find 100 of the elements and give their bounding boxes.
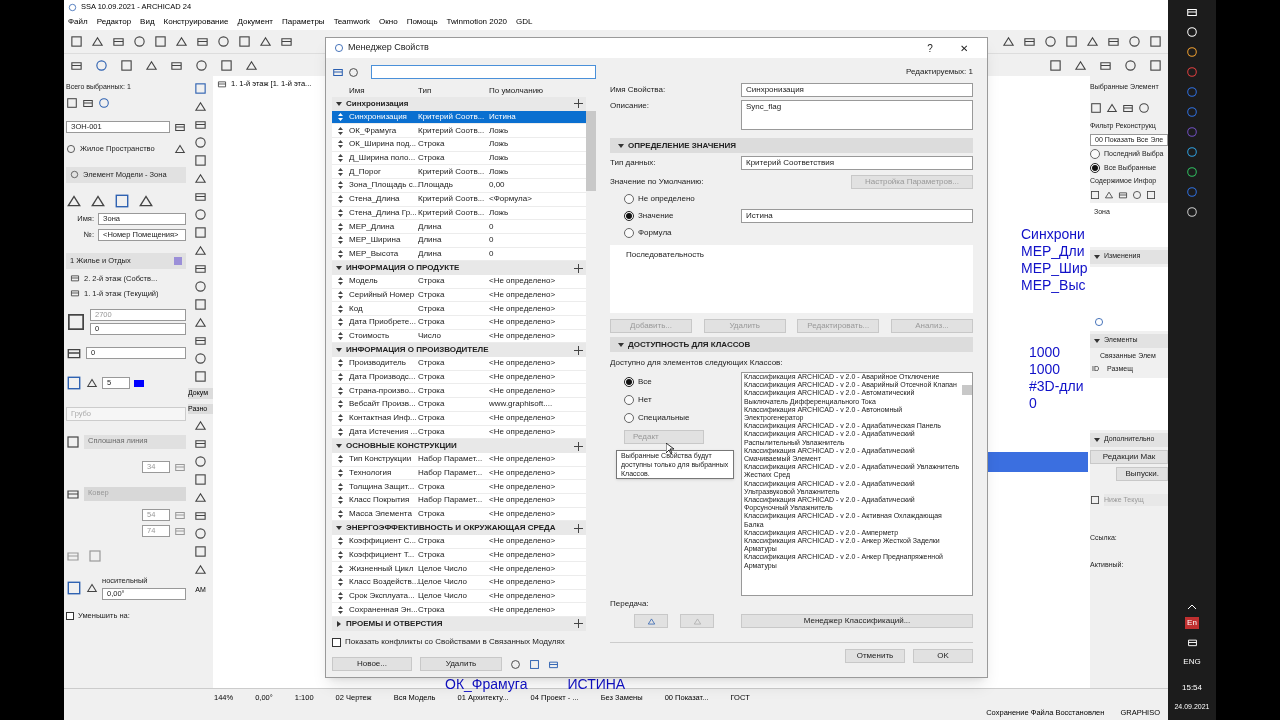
radio-button[interactable]: [624, 228, 634, 238]
property-row[interactable]: Класс Воздейств...Целое Число <Не определено>: [332, 576, 586, 590]
radio-button[interactable]: [624, 377, 634, 387]
menu-item[interactable]: Конструирование: [163, 16, 229, 28]
add-icon[interactable]: [574, 619, 583, 629]
add-icon[interactable]: [574, 441, 583, 451]
drag-handle-icon[interactable]: [338, 195, 343, 204]
radio-button[interactable]: [624, 395, 634, 405]
tool-icon[interactable]: [194, 352, 207, 365]
tool-icon[interactable]: [194, 190, 207, 203]
drag-handle-icon[interactable]: [338, 496, 343, 505]
tool-icon[interactable]: [194, 527, 207, 540]
group-header[interactable]: ЭНЕРГОЭФФЕКТИВНОСТЬ И ОКРУЖАЮЩАЯ СРЕДА: [332, 521, 586, 535]
drag-handle-icon[interactable]: [338, 605, 343, 614]
geometry-icon[interactable]: [114, 192, 130, 209]
toolbar-icon[interactable]: [259, 35, 272, 48]
menu-item[interactable]: Помощь: [406, 16, 438, 28]
menu-item[interactable]: Документ: [237, 16, 273, 28]
drag-handle-icon[interactable]: [338, 455, 343, 464]
toolbar-icon[interactable]: [1106, 101, 1118, 114]
group-header[interactable]: ИНФОРМАЦИЯ О ПРОДУКТЕ: [332, 261, 586, 275]
chevron-up-icon[interactable]: [1188, 603, 1196, 609]
scrollbar-thumb[interactable]: [586, 111, 596, 191]
drag-handle-icon[interactable]: [338, 400, 343, 409]
tool-icon[interactable]: [194, 545, 207, 558]
menu-item[interactable]: Twinmotion 2020: [446, 16, 508, 28]
toolbar-icon[interactable]: [1138, 101, 1150, 114]
menu-item[interactable]: Редактор: [96, 16, 132, 28]
drag-handle-icon[interactable]: [338, 113, 343, 122]
toolbar-icon[interactable]: [91, 35, 104, 48]
drag-handle-icon[interactable]: [338, 564, 343, 573]
toolbar-icon[interactable]: [175, 35, 188, 48]
tool-icon[interactable]: [194, 154, 207, 167]
add-icon[interactable]: [574, 99, 583, 109]
tool-icon[interactable]: [194, 100, 207, 113]
group-header[interactable]: ОСНОВНЫЕ КОНСТРУКЦИИ: [332, 439, 586, 453]
radio-button[interactable]: [624, 413, 634, 423]
drag-handle-icon[interactable]: [338, 468, 343, 477]
search-field[interactable]: [371, 65, 596, 79]
property-row[interactable]: Код Строка <Не определено>: [332, 302, 586, 316]
property-row[interactable]: ОК_Фрамуга Критерий Соотв... Ложь: [332, 124, 586, 139]
checkbox[interactable]: [332, 637, 341, 647]
tool-icon[interactable]: [194, 244, 207, 257]
add-icon[interactable]: [574, 523, 583, 533]
tool-icon[interactable]: [66, 96, 78, 109]
toolbar-icon[interactable]: [245, 58, 258, 72]
radio-button[interactable]: [1090, 149, 1100, 160]
tool-icon[interactable]: [194, 437, 207, 450]
toolbar-icon[interactable]: [133, 35, 146, 48]
drag-handle-icon[interactable]: [338, 592, 343, 601]
toolbar-icon[interactable]: [154, 35, 167, 48]
toolbar-icon[interactable]: [1107, 35, 1120, 48]
drag-handle-icon[interactable]: [338, 537, 343, 546]
drag-handle-icon[interactable]: [338, 414, 343, 423]
property-row[interactable]: Дата Приобрете... Строка <Не определено>: [332, 316, 586, 330]
toolbar-icon[interactable]: [1128, 35, 1141, 48]
menu-item[interactable]: Файл: [68, 16, 88, 28]
classification-manager-button[interactable]: Менеджер Классификаций...: [741, 614, 973, 628]
toolbar-icon[interactable]: [1023, 35, 1036, 48]
section-header[interactable]: ОПРЕДЕЛЕНИЕ ЗНАЧЕНИЯ: [610, 138, 973, 153]
toolbar-icon[interactable]: [120, 58, 133, 72]
drag-handle-icon[interactable]: [338, 551, 343, 560]
property-row[interactable]: Зона_Площадь с...Площадь 0,00: [332, 179, 586, 193]
tool-icon[interactable]: [194, 136, 207, 149]
tool-icon[interactable]: [194, 226, 207, 239]
tool-icon[interactable]: [194, 455, 207, 468]
toolbar-icon[interactable]: [95, 58, 108, 72]
section-header[interactable]: ДОСТУПНОСТЬ ДЛЯ КЛАССОВ: [610, 337, 973, 352]
toolbar-icon[interactable]: [1146, 189, 1156, 200]
radio-button[interactable]: [624, 211, 634, 221]
tool-icon[interactable]: [194, 280, 207, 293]
tool-icon[interactable]: [194, 491, 207, 504]
toolbar-icon[interactable]: [1149, 58, 1162, 72]
drag-handle-icon[interactable]: [338, 126, 343, 135]
drag-handle-icon[interactable]: [338, 427, 343, 436]
description-field[interactable]: Sync_flag: [741, 100, 973, 130]
drag-handle-icon[interactable]: [338, 236, 343, 245]
menu-item[interactable]: Teamwork: [333, 16, 371, 28]
property-row[interactable]: Толщина Защит... Строка <Не определено>: [332, 480, 586, 494]
property-row[interactable]: ОК_Ширина под... Строка Ложь: [332, 138, 586, 152]
toolbar-icon[interactable]: [1074, 58, 1087, 72]
menu-item[interactable]: Вид: [140, 16, 155, 28]
tool-icon[interactable]: [194, 316, 207, 329]
cancel-button[interactable]: Отменить: [845, 649, 905, 663]
tool-icon[interactable]: [194, 298, 207, 311]
tool-icon[interactable]: [194, 208, 207, 221]
toolbar-icon[interactable]: [238, 35, 251, 48]
toolbar-icon[interactable]: [112, 35, 125, 48]
property-row[interactable]: Сохраненная Эн...Строка <Не определено>: [332, 603, 586, 618]
close-button[interactable]: ✕: [949, 40, 979, 56]
ok-button[interactable]: OK: [913, 649, 973, 663]
tool-icon[interactable]: [194, 334, 207, 347]
radio-button[interactable]: [624, 194, 634, 204]
tool-icon[interactable]: [194, 563, 207, 576]
drag-handle-icon[interactable]: [338, 359, 343, 368]
add-icon[interactable]: [574, 345, 583, 355]
menu-item[interactable]: Параметры: [281, 16, 325, 28]
drag-handle-icon[interactable]: [338, 249, 343, 258]
data-type-dropdown[interactable]: Критерий Соответствия: [741, 156, 973, 170]
tool-icon[interactable]: [194, 118, 207, 131]
